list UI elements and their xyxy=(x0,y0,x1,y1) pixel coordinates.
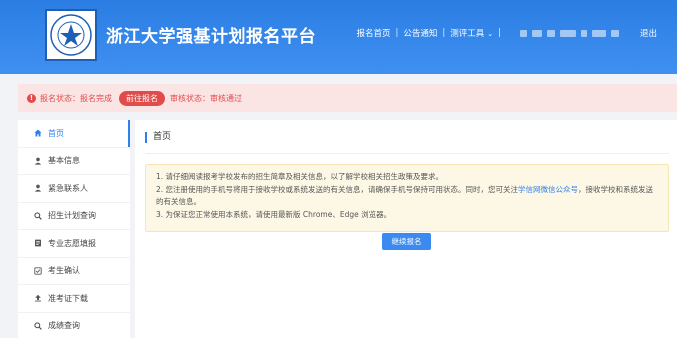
search-icon xyxy=(33,211,42,220)
sidebar-item-candidate-confirm[interactable]: 考生确认 xyxy=(18,258,130,285)
sidebar-item-admission-ticket[interactable]: 准考证下载 xyxy=(18,285,130,313)
registration-status-text: 报名状态：报名完成 xyxy=(40,93,112,103)
continue-registration-button[interactable]: 继续报名 xyxy=(382,233,431,250)
nav-separator: | xyxy=(498,28,501,38)
sidebar-item-label: 成绩查询 xyxy=(48,321,80,331)
sidebar-item-label: 首页 xyxy=(48,128,64,138)
form-icon xyxy=(33,239,42,248)
chevron-down-icon: ⌄ xyxy=(487,30,494,38)
notice-box: 1. 请仔细阅读报考学校发布的招生简章及相关信息，以了解学校相关招生政策及要求。… xyxy=(145,164,669,232)
main-content: 首页 1. 请仔细阅读报考学校发布的招生简章及相关信息，以了解学校相关招生政策及… xyxy=(135,120,677,338)
logout-link[interactable]: 退出 xyxy=(640,27,657,39)
sidebar-menu: 首页 基本信息 紧急联系人 招生计划查询 专业志愿填报 考生确认 准考证下载 成… xyxy=(18,120,130,338)
nav-home-link[interactable]: 报名首页 xyxy=(356,27,390,39)
title-divider xyxy=(145,153,669,154)
search-icon xyxy=(33,321,42,330)
site-title: 浙江大学强基计划报名平台 xyxy=(106,27,316,47)
go-register-button[interactable]: 前往报名 xyxy=(119,90,165,106)
review-status-text: 审核状态：审核通过 xyxy=(170,93,242,103)
sidebar-item-score-query[interactable]: 成绩查询 xyxy=(18,313,130,338)
user-icon xyxy=(33,156,42,165)
wechat-official-account-link[interactable]: 学信网微信公众号 xyxy=(518,185,578,194)
sidebar-item-label: 专业志愿填报 xyxy=(48,238,96,248)
nav-tools-label: 测评工具 xyxy=(450,29,485,39)
sidebar-item-label: 紧急联系人 xyxy=(48,183,88,193)
alert-icon: ! xyxy=(27,93,36,103)
sidebar-item-label: 基本信息 xyxy=(48,156,80,166)
nav-separator: | xyxy=(442,28,446,38)
application-status-bar: ! 报名状态：报名完成 前往报名 审核状态：审核通过 xyxy=(18,84,677,112)
sidebar-item-enrollment-plan[interactable]: 招生计划查询 xyxy=(18,203,130,230)
top-navigation: 报名首页 | 公告通知 | 测评工具 ⌄ | 退出 xyxy=(356,27,657,39)
nav-tools-dropdown[interactable]: 测评工具 ⌄ xyxy=(450,27,493,39)
sidebar-item-label: 考生确认 xyxy=(48,266,80,276)
sidebar-item-major-preference[interactable]: 专业志愿填报 xyxy=(18,230,130,258)
page-title: 首页 xyxy=(145,132,171,143)
sidebar-item-home[interactable]: 首页 xyxy=(18,120,130,148)
sidebar-item-label: 招生计划查询 xyxy=(48,211,96,221)
university-seal-icon xyxy=(50,14,92,56)
sidebar-item-emergency-contact[interactable]: 紧急联系人 xyxy=(18,175,130,203)
university-logo[interactable] xyxy=(45,9,97,61)
top-header: 浙江大学强基计划报名平台 报名首页 | 公告通知 | 测评工具 ⌄ | 退出 xyxy=(0,0,677,74)
notice-line-2: 2. 您注册使用的手机号将用于接收学校或系统发送的有关信息，请确保手机号保持可用… xyxy=(156,184,658,209)
nav-notice-link[interactable]: 公告通知 xyxy=(403,27,437,39)
sidebar-item-label: 准考证下载 xyxy=(48,293,88,303)
user-info-redacted xyxy=(519,29,624,37)
notice-line-1: 1. 请仔细阅读报考学校发布的招生简章及相关信息，以了解学校相关招生政策及要求。 xyxy=(156,172,444,181)
sidebar-item-basic-info[interactable]: 基本信息 xyxy=(18,148,130,175)
nav-separator: | xyxy=(395,28,399,38)
home-icon xyxy=(33,129,42,138)
user-icon xyxy=(33,184,42,193)
notice-line-2-text: 2. 您注册使用的手机号将用于接收学校或系统发送的有关信息，请确保手机号保持可用… xyxy=(156,184,519,194)
upload-icon xyxy=(33,294,42,303)
check-icon xyxy=(33,266,42,275)
notice-line-3: 3. 为保证您正常使用本系统，请使用最新版 Chrome、Edge 浏览器。 xyxy=(156,209,392,219)
